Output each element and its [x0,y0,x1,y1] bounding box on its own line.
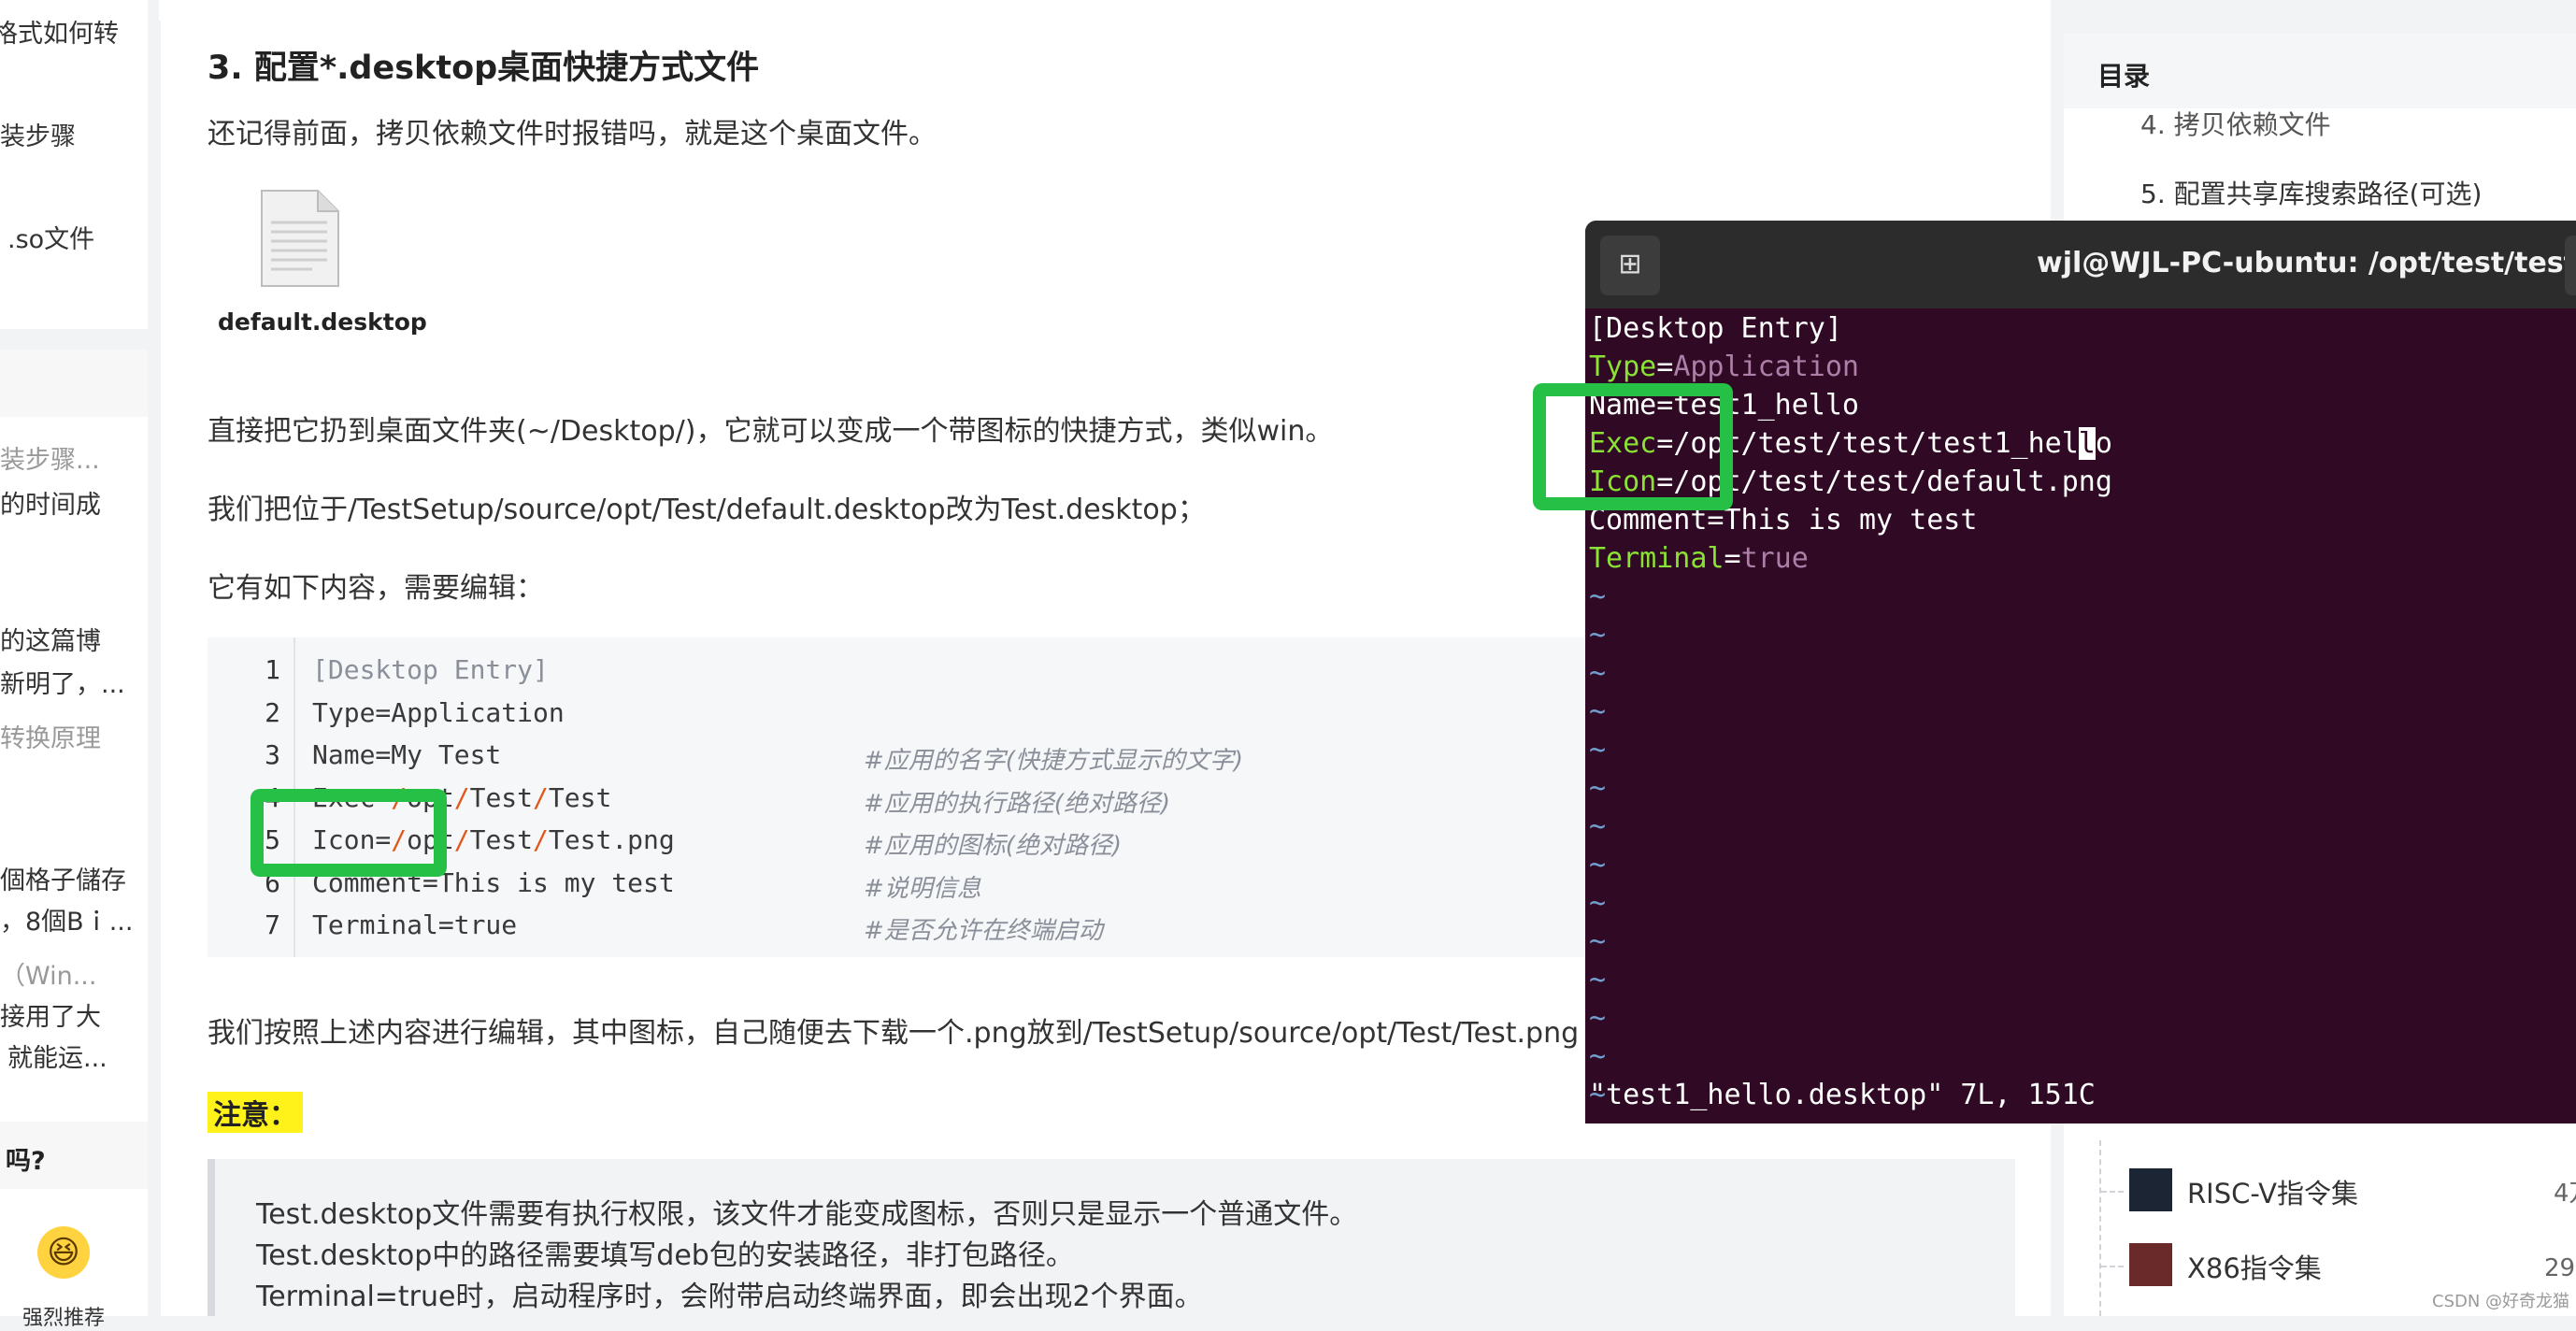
code-comment: #应用的名字(快捷方式显示的文字) [864,747,1244,775]
vim-empty-line: ~ [1589,964,1607,996]
related-item-count: 29万 [2544,1254,2576,1282]
terminal-menu-button[interactable] [2565,236,2576,295]
quote-line: Test.desktop文件需要有执行权限，该文件才能变成图标，否则只是显示一个… [256,1198,1358,1231]
code-line: Type=Application [312,696,565,728]
note-label: 注意： [208,1092,303,1133]
watermark: CSDN @好奇龙猫 [2432,1292,2570,1311]
desktop-file-icon [261,190,339,287]
related-item-label[interactable]: X86指令集 [2187,1247,2322,1286]
vim-empty-line: ~ [1589,1040,1607,1073]
article-paragraph: 我们把位于/TestSetup/source/opt/Test/default.… [208,494,1206,526]
terminal-title: wjl@WJL-PC-ubuntu: /opt/test/test [2037,247,2576,279]
highlight-box [250,789,447,877]
related-item-label[interactable]: RISC-V指令集 [2187,1172,2358,1211]
vim-status-line: "test1_hello.desktop" 7L, 151C [1589,1079,2096,1111]
sidebar-question-header: 吗? [0,1122,148,1189]
sidebar-item[interactable]: 的这篇博 [0,621,101,657]
line-number: 2 [265,696,280,728]
quote-line: Terminal=true时，启动程序时，会附带启动终端界面，即会出现2个界面。 [256,1281,1203,1313]
toc-title: 目录 [2097,61,2151,92]
tree-line [2101,1191,2124,1193]
vim-empty-line: ~ [1589,925,1607,958]
sidebar-item[interactable]: 接用了大 [0,996,101,1033]
sidebar-item[interactable]: 新明了，... [0,664,125,700]
vim-empty-line: ~ [1589,734,1607,766]
terminal-window[interactable]: ⊞ wjl@WJL-PC-ubuntu: /opt/test/test [Des… [1585,221,2576,1123]
vim-empty-line: ~ [1589,580,1607,613]
vim-empty-line: ~ [1589,695,1607,728]
sidebar-item[interactable]: ，8個Bｉ... [0,901,133,937]
sidebar-item[interactable]: 個格子儲存 [0,860,126,896]
vim-empty-line: ~ [1589,810,1607,843]
sidebar-card-related: 装步骤... 的时间成 的这篇博 新明了，... 转换原理 個格子儲存 ，8個B… [0,417,148,1123]
terminal-titlebar: ⊞ wjl@WJL-PC-ubuntu: /opt/test/test [1585,221,2576,308]
sidebar-question: 吗? [6,1147,46,1176]
sidebar-item[interactable]: 装步骤 [0,116,76,152]
sidebar-bottom-text: 强烈推荐 [22,1307,106,1330]
line-number: 1 [265,654,280,685]
terminal-line: Type=Application [1589,351,1859,383]
line-number: 3 [265,739,280,770]
sidebar-card-top: 格式如何转 装步骤 .so文件 [0,0,148,329]
laughing-emoji-icon[interactable]: 😆 [37,1226,90,1279]
article-paragraph: 我们按照上述内容进行编辑，其中图标，自己随便去下载一个.png放到/TestSe… [208,1017,1580,1050]
code-line: [Desktop Entry] [312,654,549,685]
sidebar-item[interactable]: 格式如何转 [0,13,119,50]
new-tab-icon[interactable]: ⊞ [1600,236,1660,295]
article-paragraph: 还记得前面，拷贝依赖文件时报错吗，就是这个桌面文件。 [208,118,937,150]
sidebar-item[interactable]: 转换原理 [0,718,101,754]
sidebar-item[interactable]: 的时间成 [0,484,101,521]
code-line: Name=My Test [312,739,502,770]
note-quote: Test.desktop文件需要有执行权限，该文件才能变成图标，否则只是显示一个… [208,1159,2015,1316]
sidebar-item[interactable]: .so文件 [7,219,94,255]
article-paragraph: 它有如下内容，需要编辑： [208,572,544,605]
code-comment: #应用的图标(绝对路径) [864,832,1123,860]
sidebar-item[interactable]: 就能运... [7,1038,107,1074]
tree-line [2101,1266,2124,1267]
sidebar-item[interactable]: （Win... [0,955,96,992]
terminal-line: Terminal=true [1589,542,1809,575]
section-heading: 3. 配置*.desktop桌面快捷方式文件 [208,50,760,87]
vim-empty-line: ~ [1589,849,1607,881]
file-label: default.desktop [218,308,427,336]
code-comment: #是否允许在终端启动 [864,917,1103,945]
article-paragraph: 直接把它扔到桌面文件夹(~/Desktop/)，它就可以变成一个带图标的快捷方式… [208,415,1334,448]
sidebar-section-header [0,350,148,417]
toc-item[interactable]: 4. 拷贝依赖文件 [2140,105,2331,142]
related-item-count: 4万 [2554,1180,2576,1208]
code-comment: #应用的执行路径(绝对路径) [864,789,1171,818]
vim-empty-line: ~ [1589,1002,1607,1035]
highlight-box [1533,383,1733,510]
vim-empty-line: ~ [1589,1117,1606,1123]
toc-item[interactable]: 5. 配置共享库搜索路径(可选) [2140,174,2482,211]
risc-v-chip-icon [2129,1168,2172,1211]
left-sidebar: 格式如何转 装步骤 .so文件 装步骤... 的时间成 的这篇博 新明了，...… [0,0,148,1330]
vim-empty-line: ~ [1589,772,1607,805]
x86-chip-icon [2129,1243,2172,1286]
tree-line [2099,1140,2101,1316]
code-comment: #说明信息 [864,874,981,903]
vim-empty-line: ~ [1589,657,1607,690]
sidebar-item[interactable]: 装步骤... [0,439,100,476]
quote-line: Test.desktop中的路径需要填写deb包的安装路径，非打包路径。 [256,1239,1074,1272]
vim-empty-line: ~ [1589,887,1607,920]
vim-empty-line: ~ [1589,619,1607,651]
toc-header: 目录 [2064,34,2576,108]
line-number: 7 [265,909,280,940]
terminal-line: [Desktop Entry] [1589,312,1842,345]
code-line: Terminal=true [312,909,518,940]
